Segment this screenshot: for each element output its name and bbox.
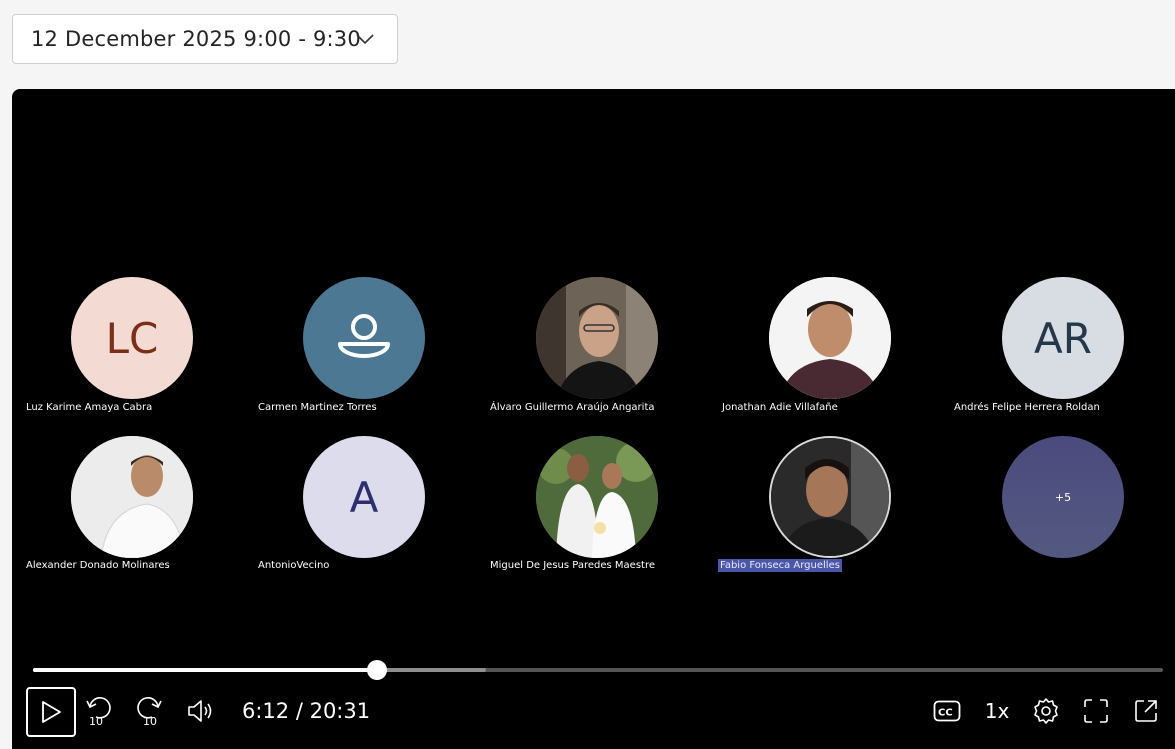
participant-name: AntonioVecino (258, 560, 330, 571)
more-participants-button[interactable]: +5 (1002, 436, 1124, 558)
volume-icon (188, 700, 212, 722)
participant-name: Andrés Felipe Herrera Roldan (954, 402, 1100, 413)
open-in-new-icon (1135, 700, 1157, 722)
captions-button[interactable]: CC (930, 687, 964, 735)
overflow-tile[interactable]: +5 (940, 436, 1172, 586)
meeting-date-label: 12 December 2025 9:00 - 9:30 (31, 27, 361, 51)
avatar-initials: A (349, 472, 379, 522)
participant-name: Álvaro Guillermo Araújo Angarita (490, 402, 655, 413)
open-external-button[interactable] (1129, 687, 1163, 735)
participant-tile: Jonathan Adie Villafañe (708, 277, 940, 427)
participant-tile: A AntonioVecino (244, 436, 476, 586)
person-photo-icon (536, 277, 658, 399)
playback-speed-button[interactable]: 1x (980, 687, 1014, 735)
participant-tile: Alexander Donado Molinares (12, 436, 244, 586)
participant-name: Luz Karime Amaya Cabra (26, 402, 153, 413)
person-photo-icon (71, 436, 193, 558)
participant-name-active-speaker: Fabio Fonseca Arguelles (718, 559, 842, 572)
participant-name: Alexander Donado Molinares (26, 560, 170, 571)
seek-bar[interactable] (33, 660, 1163, 680)
participant-tile: LC Luz Karime Amaya Cabra (12, 277, 244, 427)
play-button[interactable] (26, 687, 76, 737)
participant-tile: Fabio Fonseca Arguelles (708, 436, 940, 586)
person-photo-icon (771, 438, 889, 556)
participant-tile: Carmen Martinez Torres (244, 277, 476, 427)
play-icon (42, 701, 61, 723)
avatar-photo (536, 277, 658, 399)
gear-icon (1034, 698, 1058, 724)
cc-icon: CC (933, 700, 961, 722)
skip-forward-icon: 10 (137, 697, 162, 727)
overflow-count: +5 (1054, 490, 1072, 504)
avatar-initials: AR (1034, 313, 1092, 363)
person-icon (338, 314, 390, 358)
avatar: LC (71, 277, 193, 399)
skip-forward-button[interactable]: 10 (132, 687, 166, 735)
avatar-photo (71, 436, 193, 558)
skip-back-label: 10 (89, 715, 103, 727)
avatar-photo (769, 277, 891, 399)
participant-name: Miguel De Jesus Paredes Maestre (490, 560, 655, 571)
time-display: 6:12 / 20:31 (242, 699, 371, 723)
skip-forward-label: 10 (143, 715, 157, 727)
avatar: AR (1002, 277, 1124, 399)
chevron-down-icon (356, 34, 374, 45)
participant-tile: Álvaro Guillermo Araújo Angarita (476, 277, 708, 427)
participant-tile: AR Andrés Felipe Herrera Roldan (940, 277, 1172, 427)
meeting-date-dropdown[interactable]: 12 December 2025 9:00 - 9:30 (12, 14, 398, 64)
fullscreen-button[interactable] (1079, 687, 1113, 735)
avatar (303, 277, 425, 399)
fullscreen-icon (1084, 699, 1108, 723)
participant-name: Carmen Martinez Torres (258, 402, 377, 413)
svg-text:CC: CC (938, 708, 953, 719)
person-photo-icon (769, 277, 891, 399)
skip-back-icon: 10 (86, 697, 111, 727)
settings-button[interactable] (1029, 687, 1063, 735)
avatar-photo (769, 436, 891, 558)
seek-thumb[interactable] (366, 660, 387, 680)
avatar-initials: LC (105, 313, 159, 363)
skip-back-button[interactable]: 10 (82, 687, 116, 735)
volume-button[interactable] (184, 687, 218, 735)
avatar: A (303, 436, 425, 558)
participant-name: Jonathan Adie Villafañe (722, 402, 838, 413)
video-player[interactable]: LC Luz Karime Amaya Cabra Carmen Martine… (12, 89, 1175, 749)
participant-tile: Miguel De Jesus Paredes Maestre (476, 436, 708, 586)
seek-played (33, 668, 377, 672)
couple-photo-icon (536, 436, 658, 558)
avatar-photo (536, 436, 658, 558)
